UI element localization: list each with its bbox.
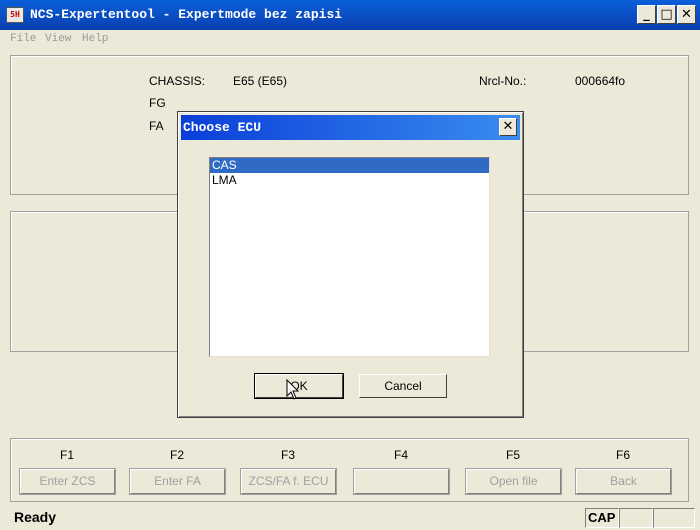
maximize-button[interactable]: □ — [657, 5, 676, 24]
nrcl-label: Nrcl-No.: — [479, 74, 527, 88]
minimize-button[interactable]: _ — [637, 5, 656, 24]
cap-indicator: CAP — [585, 508, 619, 528]
ecu-list-item-lma[interactable]: LMA — [210, 173, 489, 188]
fkey-label-f6: F6 — [615, 448, 630, 462]
app-icon[interactable]: 5H — [6, 7, 24, 23]
open-file-button[interactable]: Open file — [465, 468, 562, 495]
fkey-label-f1: F1 — [59, 448, 74, 462]
menu-view[interactable]: View — [45, 33, 71, 45]
mouse-cursor-icon — [286, 379, 300, 400]
fkey-label-f2: F2 — [169, 448, 184, 462]
chassis-label: CHASSIS: — [149, 74, 206, 88]
menu-help[interactable]: Help — [82, 33, 108, 45]
nrcl-value: 000664fo — [575, 74, 626, 88]
back-button[interactable]: Back — [575, 468, 672, 495]
fa-label: FA — [149, 119, 164, 133]
enter-fa-button[interactable]: Enter FA — [129, 468, 226, 495]
cancel-button[interactable]: Cancel — [359, 374, 447, 398]
status-bar: Ready CAP — [0, 505, 700, 530]
dialog-close-button[interactable]: ✕ — [499, 118, 517, 136]
fkey-label-f3: F3 — [280, 448, 295, 462]
ecu-listbox[interactable]: CAS LMA — [209, 157, 490, 357]
menu-file[interactable]: File — [10, 33, 36, 45]
zcs-fa-ecu-button[interactable]: ZCS/FA f. ECU — [240, 468, 337, 495]
fkey-label-f5: F5 — [505, 448, 520, 462]
window-title: NCS-Expertentool - Expertmode bez zapisi — [30, 7, 343, 22]
close-button[interactable]: ✕ — [677, 5, 696, 24]
num-indicator — [619, 508, 653, 528]
choose-ecu-dialog: Choose ECU ✕ CAS LMA OK Cancel — [177, 111, 524, 418]
f4-button[interactable] — [353, 468, 450, 495]
status-text: Ready — [14, 509, 57, 525]
fkey-label-f4: F4 — [393, 448, 408, 462]
fg-label: FG — [149, 96, 166, 110]
dialog-title: Choose ECU — [183, 120, 262, 135]
enter-zcs-button[interactable]: Enter ZCS — [19, 468, 116, 495]
dialog-title-bar[interactable]: Choose ECU ✕ — [181, 115, 520, 140]
chassis-value: E65 (E65) — [233, 74, 288, 88]
title-bar[interactable]: 5H NCS-Expertentool - Expertmode bez zap… — [0, 0, 700, 30]
menu-bar: File View Help — [0, 30, 700, 50]
ecu-list-item-cas[interactable]: CAS — [210, 158, 489, 173]
scrl-indicator — [653, 508, 695, 528]
